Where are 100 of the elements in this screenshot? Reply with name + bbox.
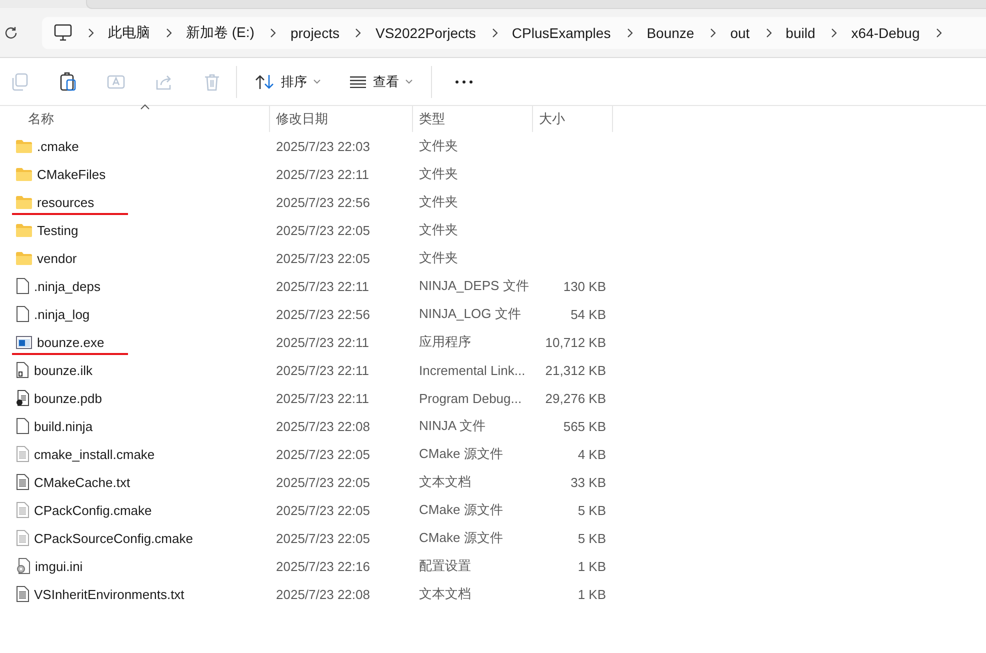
modified-date: 2025/7/23 22:05 bbox=[276, 446, 370, 462]
chevron-icon bbox=[936, 28, 942, 38]
view-button[interactable]: 查看 bbox=[339, 66, 423, 98]
modified-date: 2025/7/23 22:16 bbox=[276, 558, 370, 574]
file-type: 文件夹 bbox=[419, 249, 458, 267]
breadcrumb-item[interactable]: build bbox=[786, 24, 816, 40]
breadcrumb-item[interactable]: 此电脑 bbox=[108, 24, 150, 42]
file-type: 文件夹 bbox=[419, 193, 458, 211]
file-type: NINJA_LOG 文件 bbox=[419, 305, 521, 323]
file-type: NINJA_DEPS 文件 bbox=[419, 277, 529, 295]
folder-icon bbox=[16, 224, 32, 236]
file-name[interactable]: resources bbox=[37, 194, 94, 210]
file-type: 配置设置 bbox=[419, 557, 471, 575]
file-name[interactable]: build.ninja bbox=[34, 418, 93, 434]
modified-date: 2025/7/23 22:11 bbox=[276, 362, 370, 378]
file-size: 33 KB bbox=[570, 474, 606, 490]
file-name[interactable]: imgui.ini bbox=[35, 558, 83, 574]
column-header[interactable]: 类型 bbox=[413, 106, 533, 132]
file-name[interactable]: Testing bbox=[37, 222, 78, 238]
column-header[interactable]: 大小 bbox=[533, 106, 613, 132]
sort-icon bbox=[255, 74, 275, 90]
file-icon bbox=[16, 278, 29, 294]
computer-icon bbox=[54, 24, 72, 41]
file-name[interactable]: bounze.exe bbox=[37, 334, 104, 350]
file-type: NINJA 文件 bbox=[419, 417, 486, 435]
delete-icon bbox=[202, 72, 222, 92]
modified-date: 2025/7/23 22:03 bbox=[276, 138, 370, 154]
file-name[interactable]: bounze.ilk bbox=[34, 362, 93, 378]
file-name[interactable]: VSInheritEnvironments.txt bbox=[34, 586, 184, 602]
chevron-icon bbox=[88, 28, 94, 38]
file-size: 5 KB bbox=[578, 502, 606, 518]
caret-icon bbox=[313, 79, 321, 84]
column-header[interactable]: 修改日期 bbox=[270, 106, 413, 132]
modified-date: 2025/7/23 22:56 bbox=[276, 194, 370, 210]
modified-date: 2025/7/23 22:08 bbox=[276, 586, 370, 602]
file-size: 565 KB bbox=[563, 418, 606, 434]
folder-icon bbox=[16, 140, 32, 152]
file-name[interactable]: .ninja_deps bbox=[34, 278, 100, 294]
list-view-icon bbox=[349, 76, 367, 88]
file-size: 5 KB bbox=[578, 530, 606, 546]
file-type: 文本文档 bbox=[419, 473, 471, 491]
modified-date: 2025/7/23 22:05 bbox=[276, 530, 370, 546]
paste-icon bbox=[58, 72, 78, 92]
modified-date: 2025/7/23 22:11 bbox=[276, 334, 370, 350]
file-size: 54 KB bbox=[570, 306, 606, 322]
text-file-icon bbox=[16, 474, 29, 490]
file-name[interactable]: cmake_install.cmake bbox=[34, 446, 155, 462]
text-file-icon bbox=[16, 586, 29, 602]
file-type: 文件夹 bbox=[419, 137, 458, 155]
file-name[interactable]: CMakeCache.txt bbox=[34, 474, 130, 490]
chevron-icon bbox=[710, 28, 716, 38]
file-type: CMake 源文件 bbox=[419, 445, 503, 463]
column-header[interactable]: 名称 bbox=[0, 106, 270, 132]
chevron-icon bbox=[831, 28, 838, 38]
modified-date: 2025/7/23 22:05 bbox=[276, 474, 370, 490]
chevron-icon bbox=[270, 28, 276, 38]
file-icon bbox=[16, 306, 29, 322]
file-type: 文件夹 bbox=[419, 165, 458, 183]
file-size: 130 KB bbox=[563, 278, 606, 294]
file-name[interactable]: .ninja_log bbox=[34, 306, 90, 322]
settings-file-icon bbox=[16, 558, 30, 574]
breadcrumb-item[interactable]: out bbox=[730, 24, 750, 40]
caret-icon bbox=[405, 79, 413, 84]
text-file-icon bbox=[16, 446, 29, 462]
more-icon bbox=[455, 80, 473, 84]
refresh-icon[interactable] bbox=[4, 26, 18, 40]
breadcrumb-item[interactable]: VS2022Porjects bbox=[375, 24, 476, 40]
modified-date: 2025/7/23 22:05 bbox=[276, 250, 370, 266]
file-type: 文件夹 bbox=[419, 221, 458, 239]
file-name[interactable]: bounze.pdb bbox=[34, 390, 102, 406]
file-name[interactable]: CPackConfig.cmake bbox=[34, 502, 152, 518]
chevron-icon bbox=[766, 28, 772, 38]
modified-date: 2025/7/23 22:08 bbox=[276, 418, 370, 434]
sort-button[interactable]: 排序 bbox=[245, 66, 331, 98]
file-icon bbox=[16, 418, 29, 434]
breadcrumb-item[interactable]: projects bbox=[290, 24, 340, 40]
modified-date: 2025/7/23 22:11 bbox=[276, 278, 370, 294]
breadcrumb-item[interactable]: CPlusExamples bbox=[512, 24, 611, 40]
file-size: 4 KB bbox=[578, 446, 606, 462]
file-type: 应用程序 bbox=[419, 333, 471, 351]
file-type: Incremental Link... bbox=[419, 362, 526, 378]
file-name[interactable]: .cmake bbox=[37, 138, 79, 154]
copy-icon bbox=[10, 72, 30, 92]
application-icon bbox=[16, 336, 32, 348]
file-size: 29,276 KB bbox=[545, 390, 606, 406]
modified-date: 2025/7/23 22:11 bbox=[276, 390, 370, 406]
file-size: 21,312 KB bbox=[545, 362, 606, 378]
folder-icon bbox=[16, 196, 32, 208]
breadcrumb-item[interactable]: x64-Debug bbox=[851, 24, 920, 40]
breadcrumb-item[interactable]: 新加卷 (E:) bbox=[186, 24, 254, 42]
text-file-icon bbox=[16, 502, 29, 518]
folder-icon bbox=[16, 168, 32, 180]
file-name[interactable]: CPackSourceConfig.cmake bbox=[34, 530, 193, 546]
breadcrumb-item[interactable]: Bounze bbox=[646, 24, 694, 40]
file-name[interactable]: vendor bbox=[37, 250, 77, 266]
address-bar[interactable]: 此电脑 新加卷 (E:) projects VS2022Porjects CPlusExamples Bounze out build x64-Debug bbox=[42, 16, 986, 48]
file-name[interactable]: CMakeFiles bbox=[37, 166, 106, 182]
file-size: 10,712 KB bbox=[545, 334, 606, 350]
modified-date: 2025/7/23 22:05 bbox=[276, 502, 370, 518]
file-type: CMake 源文件 bbox=[419, 529, 503, 547]
